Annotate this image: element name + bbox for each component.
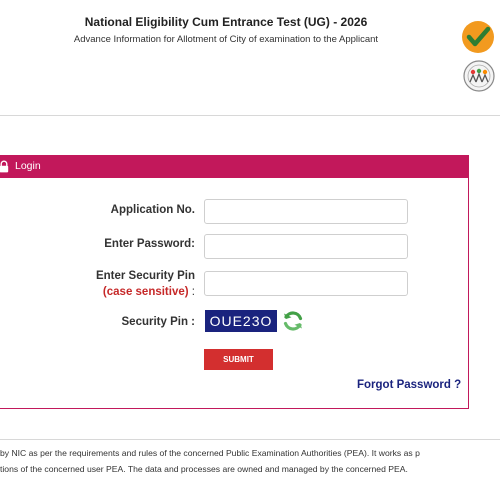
password-input[interactable]	[204, 234, 408, 259]
footer-disclaimer: by NIC as per the requirements and rules…	[0, 445, 500, 477]
footer-line-1: by NIC as per the requirements and rules…	[0, 448, 420, 458]
login-panel-title: Login	[15, 160, 41, 172]
captcha-image: OUE23O	[205, 310, 277, 332]
login-panel: Login Application No. Enter Password: En…	[0, 155, 469, 409]
password-label: Enter Password:	[104, 238, 195, 250]
captcha-label: Security Pin :	[121, 316, 196, 328]
login-panel-header: Login	[0, 156, 468, 178]
seal-logo-icon	[463, 60, 495, 92]
footer-line-2: tions of the concerned user PEA. The dat…	[0, 464, 408, 474]
security-pin-input[interactable]	[204, 271, 408, 296]
header-divider	[0, 115, 500, 116]
forgot-password-link[interactable]: Forgot Password ?	[357, 379, 461, 391]
footer-divider	[0, 439, 500, 440]
lock-icon	[0, 160, 9, 173]
case-sensitive-note: (case sensitive)	[102, 286, 189, 298]
page-title: National Eligibility Cum Entrance Test (…	[84, 15, 368, 29]
page-header: National Eligibility Cum Entrance Test (…	[0, 0, 500, 116]
submit-button[interactable]: SUBMIT	[204, 349, 273, 370]
application-number-label: Application No.	[110, 204, 195, 216]
page-subtitle: Advance Information for Allotment of Cit…	[73, 34, 379, 45]
security-pin-label: Enter Security Pin (case sensitive) :	[95, 270, 195, 298]
refresh-icon[interactable]	[281, 309, 305, 333]
application-number-input[interactable]	[204, 199, 408, 224]
check-logo-icon	[462, 21, 494, 53]
